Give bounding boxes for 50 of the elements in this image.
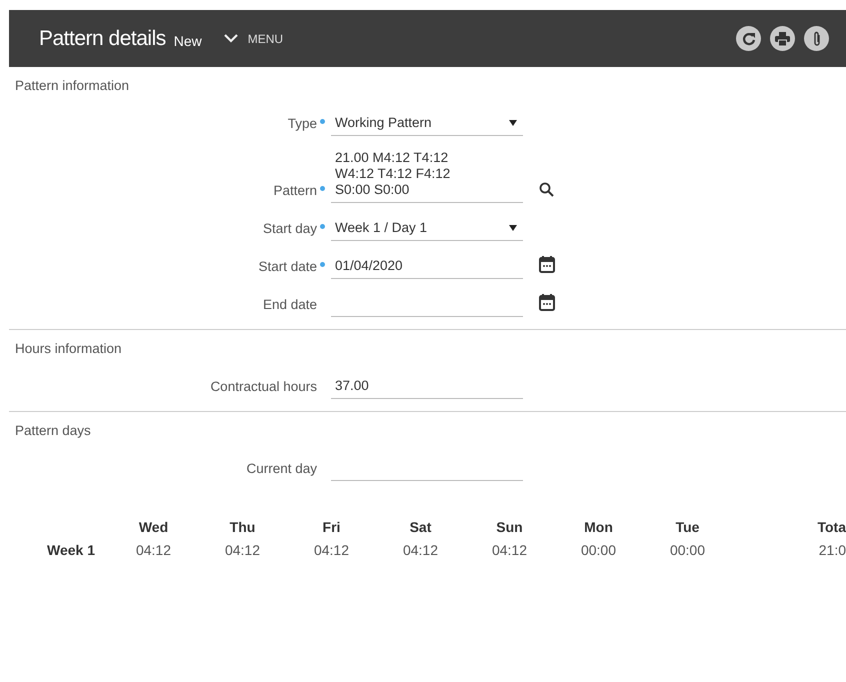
column-header: Fri	[322, 519, 342, 535]
column-header: Mon	[583, 519, 614, 535]
calendar-icon	[539, 256, 555, 273]
search-icon	[539, 182, 554, 197]
dropdown-caret-icon	[509, 120, 517, 126]
table-cell-text: 04:12	[134, 542, 172, 558]
table-cell-text: 00:00	[580, 542, 618, 558]
input-field[interactable]: 21.00 M4:12 T4:12 W4:12 T4:12 F4:12 S0:00 S0:00	[331, 150, 523, 203]
column-header: Sun	[495, 519, 524, 535]
column-header: Tue	[674, 519, 700, 535]
column-header: Thu	[228, 519, 256, 535]
table-cell: 21:0	[818, 542, 846, 558]
column-header: Tota	[817, 519, 846, 535]
field-label: Pattern	[9, 183, 325, 203]
table-cell-text: 04:12	[490, 542, 528, 558]
date-field[interactable]: 01/04/2020	[331, 255, 523, 279]
column-header: Sat	[408, 519, 432, 535]
input-field[interactable]: 37.00	[331, 375, 523, 399]
table-cell-text: 00:00	[668, 542, 706, 558]
calendar-button[interactable]	[539, 256, 555, 273]
section-title: Hours information	[14, 340, 123, 358]
section-title: Pattern days	[14, 422, 92, 440]
calendar-icon	[539, 294, 555, 311]
dropdown-field[interactable]: Working Pattern	[331, 112, 523, 136]
printer-icon	[775, 32, 790, 46]
chevron-down-icon	[224, 34, 238, 43]
refresh-icon	[742, 32, 756, 46]
table-cell-text: 04:12	[312, 542, 350, 558]
table-cell-text: 04:12	[402, 542, 440, 558]
dropdown-caret-icon	[509, 225, 517, 231]
menu-button[interactable]: MENU	[224, 32, 284, 46]
refresh-button[interactable]	[736, 26, 761, 51]
field-label: Start day	[9, 221, 325, 241]
row-header: Week 1	[46, 542, 96, 558]
field-label: Start date	[9, 259, 325, 279]
field-label: Contractual hours	[209, 379, 318, 396]
page-title: Pattern details	[39, 26, 166, 50]
attach-button[interactable]	[804, 26, 829, 51]
paperclip-icon	[812, 30, 820, 46]
section-title: Pattern information	[14, 77, 130, 95]
calendar-button[interactable]	[539, 294, 555, 311]
column-header: Wed	[138, 519, 170, 535]
print-button[interactable]	[770, 26, 795, 51]
field-label: Type	[9, 116, 325, 136]
dropdown-field[interactable]: Week 1 / Day 1	[331, 217, 523, 241]
field-label: End date	[262, 297, 318, 314]
field-label: Current day	[245, 461, 318, 478]
status-label: New	[174, 32, 202, 48]
table-cell-text: 04:12	[224, 542, 262, 558]
search-button[interactable]	[539, 182, 554, 197]
